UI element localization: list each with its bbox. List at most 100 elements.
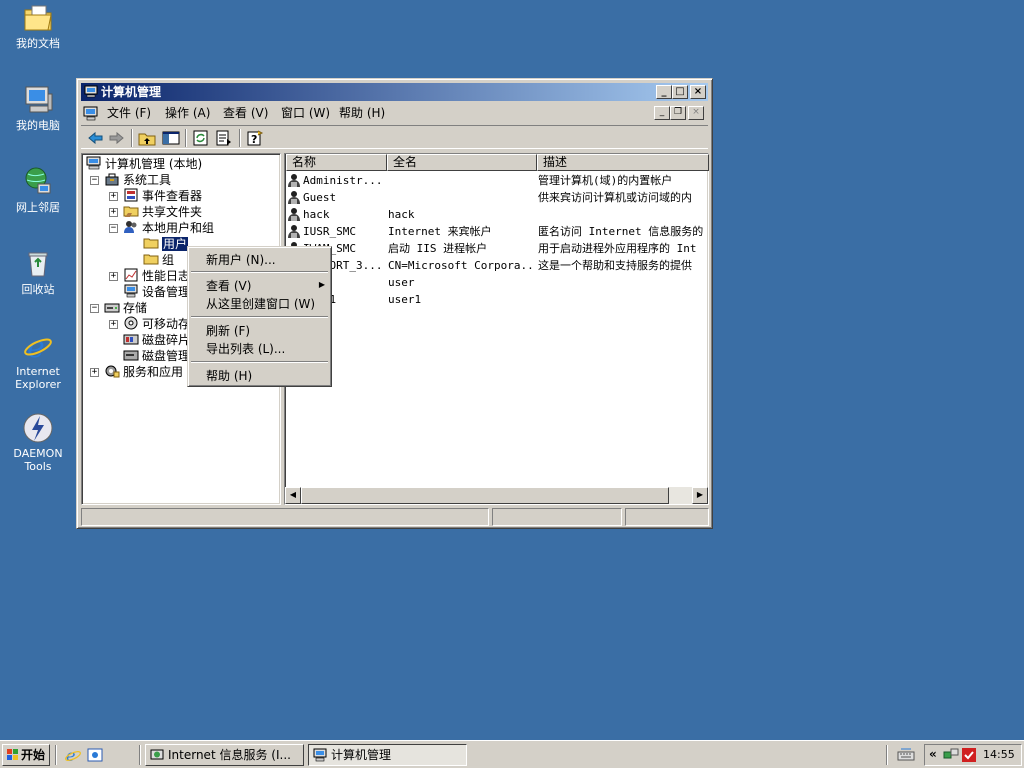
scroll-right-button[interactable]: ▶ xyxy=(692,487,708,504)
desktop-icon-label: 我的文档 xyxy=(16,37,60,50)
menu-separator xyxy=(191,316,328,318)
menu-window[interactable]: 窗口 (W) xyxy=(277,105,334,121)
menu-file[interactable]: 文件 (F) xyxy=(103,105,155,121)
scroll-left-button[interactable]: ◀ xyxy=(285,487,301,504)
export-list-button[interactable] xyxy=(215,129,235,147)
column-header-full-name[interactable]: 全名 xyxy=(387,154,537,171)
desktop-icon-my-computer[interactable]: 我的电脑 xyxy=(0,84,76,132)
tree-item-perf-logs[interactable]: 性能日志 xyxy=(123,268,190,284)
taskbar-separator xyxy=(139,745,141,765)
toolbar-separator xyxy=(131,129,133,147)
show-hide-tree-button[interactable] xyxy=(161,129,181,147)
mdi-minimize-button[interactable]: _ xyxy=(654,106,670,120)
ctx-new-window[interactable]: 从这里创建窗口 (W) xyxy=(206,296,315,312)
menu-action[interactable]: 操作 (A) xyxy=(161,105,214,121)
ctx-export-list[interactable]: 导出列表 (L)... xyxy=(206,341,285,357)
tree-item-system-tools[interactable]: 系统工具 xyxy=(104,172,171,188)
user-row[interactable]: user1user1 xyxy=(287,291,707,308)
help-button[interactable]: ? xyxy=(245,129,265,147)
mdi-close-button[interactable]: × xyxy=(688,106,704,120)
desktop-icon-recycle-bin[interactable]: 回收站 xyxy=(0,248,76,296)
tree-item-disk-management[interactable]: 磁盘管理 xyxy=(123,348,190,364)
column-header-description[interactable]: 描述 xyxy=(537,154,709,171)
tree-item-storage[interactable]: 存储 xyxy=(104,300,147,316)
desktop-icon-label: DAEMON Tools xyxy=(13,447,63,473)
show-hidden-icons-icon[interactable]: « xyxy=(929,747,937,761)
menu-help[interactable]: 帮助 (H) xyxy=(335,105,389,121)
back-button[interactable] xyxy=(85,129,105,147)
menu-bar: 文件 (F) 操作 (A) 查看 (V) 窗口 (W) 帮助 (H) _ ❐ × xyxy=(81,103,708,123)
collapse-toggle[interactable]: − xyxy=(109,224,118,233)
device-manager-icon xyxy=(123,284,139,298)
users-list-pane[interactable]: 名称 全名 描述 Administr... 管理计算机(域)的内置帐户 Guest 供… xyxy=(284,153,709,505)
desktop-icon-label: Internet Explorer xyxy=(15,365,61,391)
cell-name: hack xyxy=(303,208,330,221)
tree-label: 计算机管理 (本地) xyxy=(105,157,203,171)
tree-item-device-manager[interactable]: 设备管理 xyxy=(123,284,190,300)
mmc-doc-icon[interactable] xyxy=(83,105,99,121)
desktop-icon-network-places[interactable]: 网上邻居 xyxy=(0,166,76,214)
mdi-restore-button[interactable]: ❐ xyxy=(670,106,686,120)
collapse-toggle[interactable]: − xyxy=(90,304,99,313)
tree-item-services-apps[interactable]: 服务和应用 xyxy=(104,364,183,380)
ctx-view[interactable]: 查看 (V) xyxy=(206,278,251,294)
expand-toggle[interactable]: + xyxy=(109,208,118,217)
title-bar[interactable]: 计算机管理 _ □ × xyxy=(81,83,708,101)
start-label: 开始 xyxy=(21,748,46,762)
start-button[interactable]: 开始 xyxy=(2,744,50,766)
refresh-button[interactable] xyxy=(191,129,211,147)
network-places-icon xyxy=(22,166,54,198)
keyboard-tray-button[interactable] xyxy=(897,746,915,764)
expand-toggle[interactable]: + xyxy=(109,320,118,329)
expand-toggle[interactable]: + xyxy=(109,272,118,281)
tree-item-event-viewer[interactable]: 事件查看器 xyxy=(123,188,202,204)
tree-label: 性能日志 xyxy=(142,269,191,283)
tree-item-groups[interactable]: 组 xyxy=(143,252,174,268)
quicklaunch-desktop-button[interactable] xyxy=(86,746,104,764)
task-label: Internet 信息服务 (I... xyxy=(168,748,291,762)
expand-toggle[interactable]: + xyxy=(109,192,118,201)
tree-item-local-users-groups[interactable]: 本地用户和组 xyxy=(123,220,214,236)
user-row[interactable]: Guest 供来宾访问计算机或访问域的内 xyxy=(287,189,707,206)
menu-view[interactable]: 查看 (V) xyxy=(219,105,272,121)
tree-item-shared-folders[interactable]: 共享文件夹 xyxy=(123,204,202,220)
maximize-button[interactable]: □ xyxy=(672,85,688,99)
tree-item-defrag[interactable]: 磁盘碎片 xyxy=(123,332,190,348)
cell-name: IUSR_SMC xyxy=(303,225,356,238)
column-header-name[interactable]: 名称 xyxy=(286,154,387,171)
user-row[interactable]: IWAM_SMC启动 IIS 进程帐户用于启动进程外应用程序的 Int xyxy=(287,240,707,257)
task-label: 计算机管理 xyxy=(331,748,392,762)
close-button[interactable]: × xyxy=(690,85,706,99)
user-row[interactable]: useruser xyxy=(287,274,707,291)
event-viewer-icon xyxy=(123,188,139,202)
user-row[interactable]: SUPPORT_3... CN=Microsoft Corpora... 这是一个帮… xyxy=(287,257,707,274)
tree-item-users[interactable]: 用户 xyxy=(143,236,190,252)
minimize-button[interactable]: _ xyxy=(656,85,672,99)
task-button-computer-management[interactable]: 计算机管理 xyxy=(308,744,467,766)
user-row[interactable]: IUSR_SMC Internet 来宾帐户 匿名访问 Internet 信息服务的 xyxy=(287,223,707,240)
user-row[interactable]: hack hack xyxy=(287,206,707,223)
ctx-new-user[interactable]: 新用户 (N)... xyxy=(206,252,276,268)
submenu-arrow-icon: ▶ xyxy=(318,280,325,289)
horizontal-scrollbar[interactable]: ◀ ▶ xyxy=(285,487,708,504)
collapse-toggle[interactable]: − xyxy=(90,176,99,185)
tree-item-root[interactable]: 计算机管理 (本地) xyxy=(86,156,202,172)
tree-item-removable-storage[interactable]: 可移动存 xyxy=(123,316,190,332)
expand-toggle[interactable]: + xyxy=(90,368,99,377)
quicklaunch-ie-button[interactable]: e xyxy=(64,746,82,765)
forward-button[interactable] xyxy=(107,129,127,147)
ctx-help[interactable]: 帮助 (H) xyxy=(206,368,252,384)
task-button-iis[interactable]: Internet 信息服务 (I... xyxy=(145,744,304,766)
ctx-refresh[interactable]: 刷新 (F) xyxy=(206,323,250,339)
network-tray-icon[interactable] xyxy=(943,747,959,766)
desktop-icon-internet-explorer[interactable]: e Internet Explorer xyxy=(0,330,76,391)
desktop-icon-my-documents[interactable]: 我的文档 xyxy=(0,2,76,50)
desktop-icon-daemon-tools[interactable]: DAEMON Tools xyxy=(0,412,76,473)
up-one-level-button[interactable] xyxy=(137,129,157,147)
tree-label: 可移动存 xyxy=(142,317,191,331)
shield-tray-icon[interactable] xyxy=(961,747,977,766)
performance-logs-icon xyxy=(123,268,139,282)
clock[interactable]: 14:55 xyxy=(983,748,1015,761)
scroll-thumb[interactable] xyxy=(301,487,669,504)
user-row[interactable]: Administr... 管理计算机(域)的内置帐户 xyxy=(287,172,707,189)
